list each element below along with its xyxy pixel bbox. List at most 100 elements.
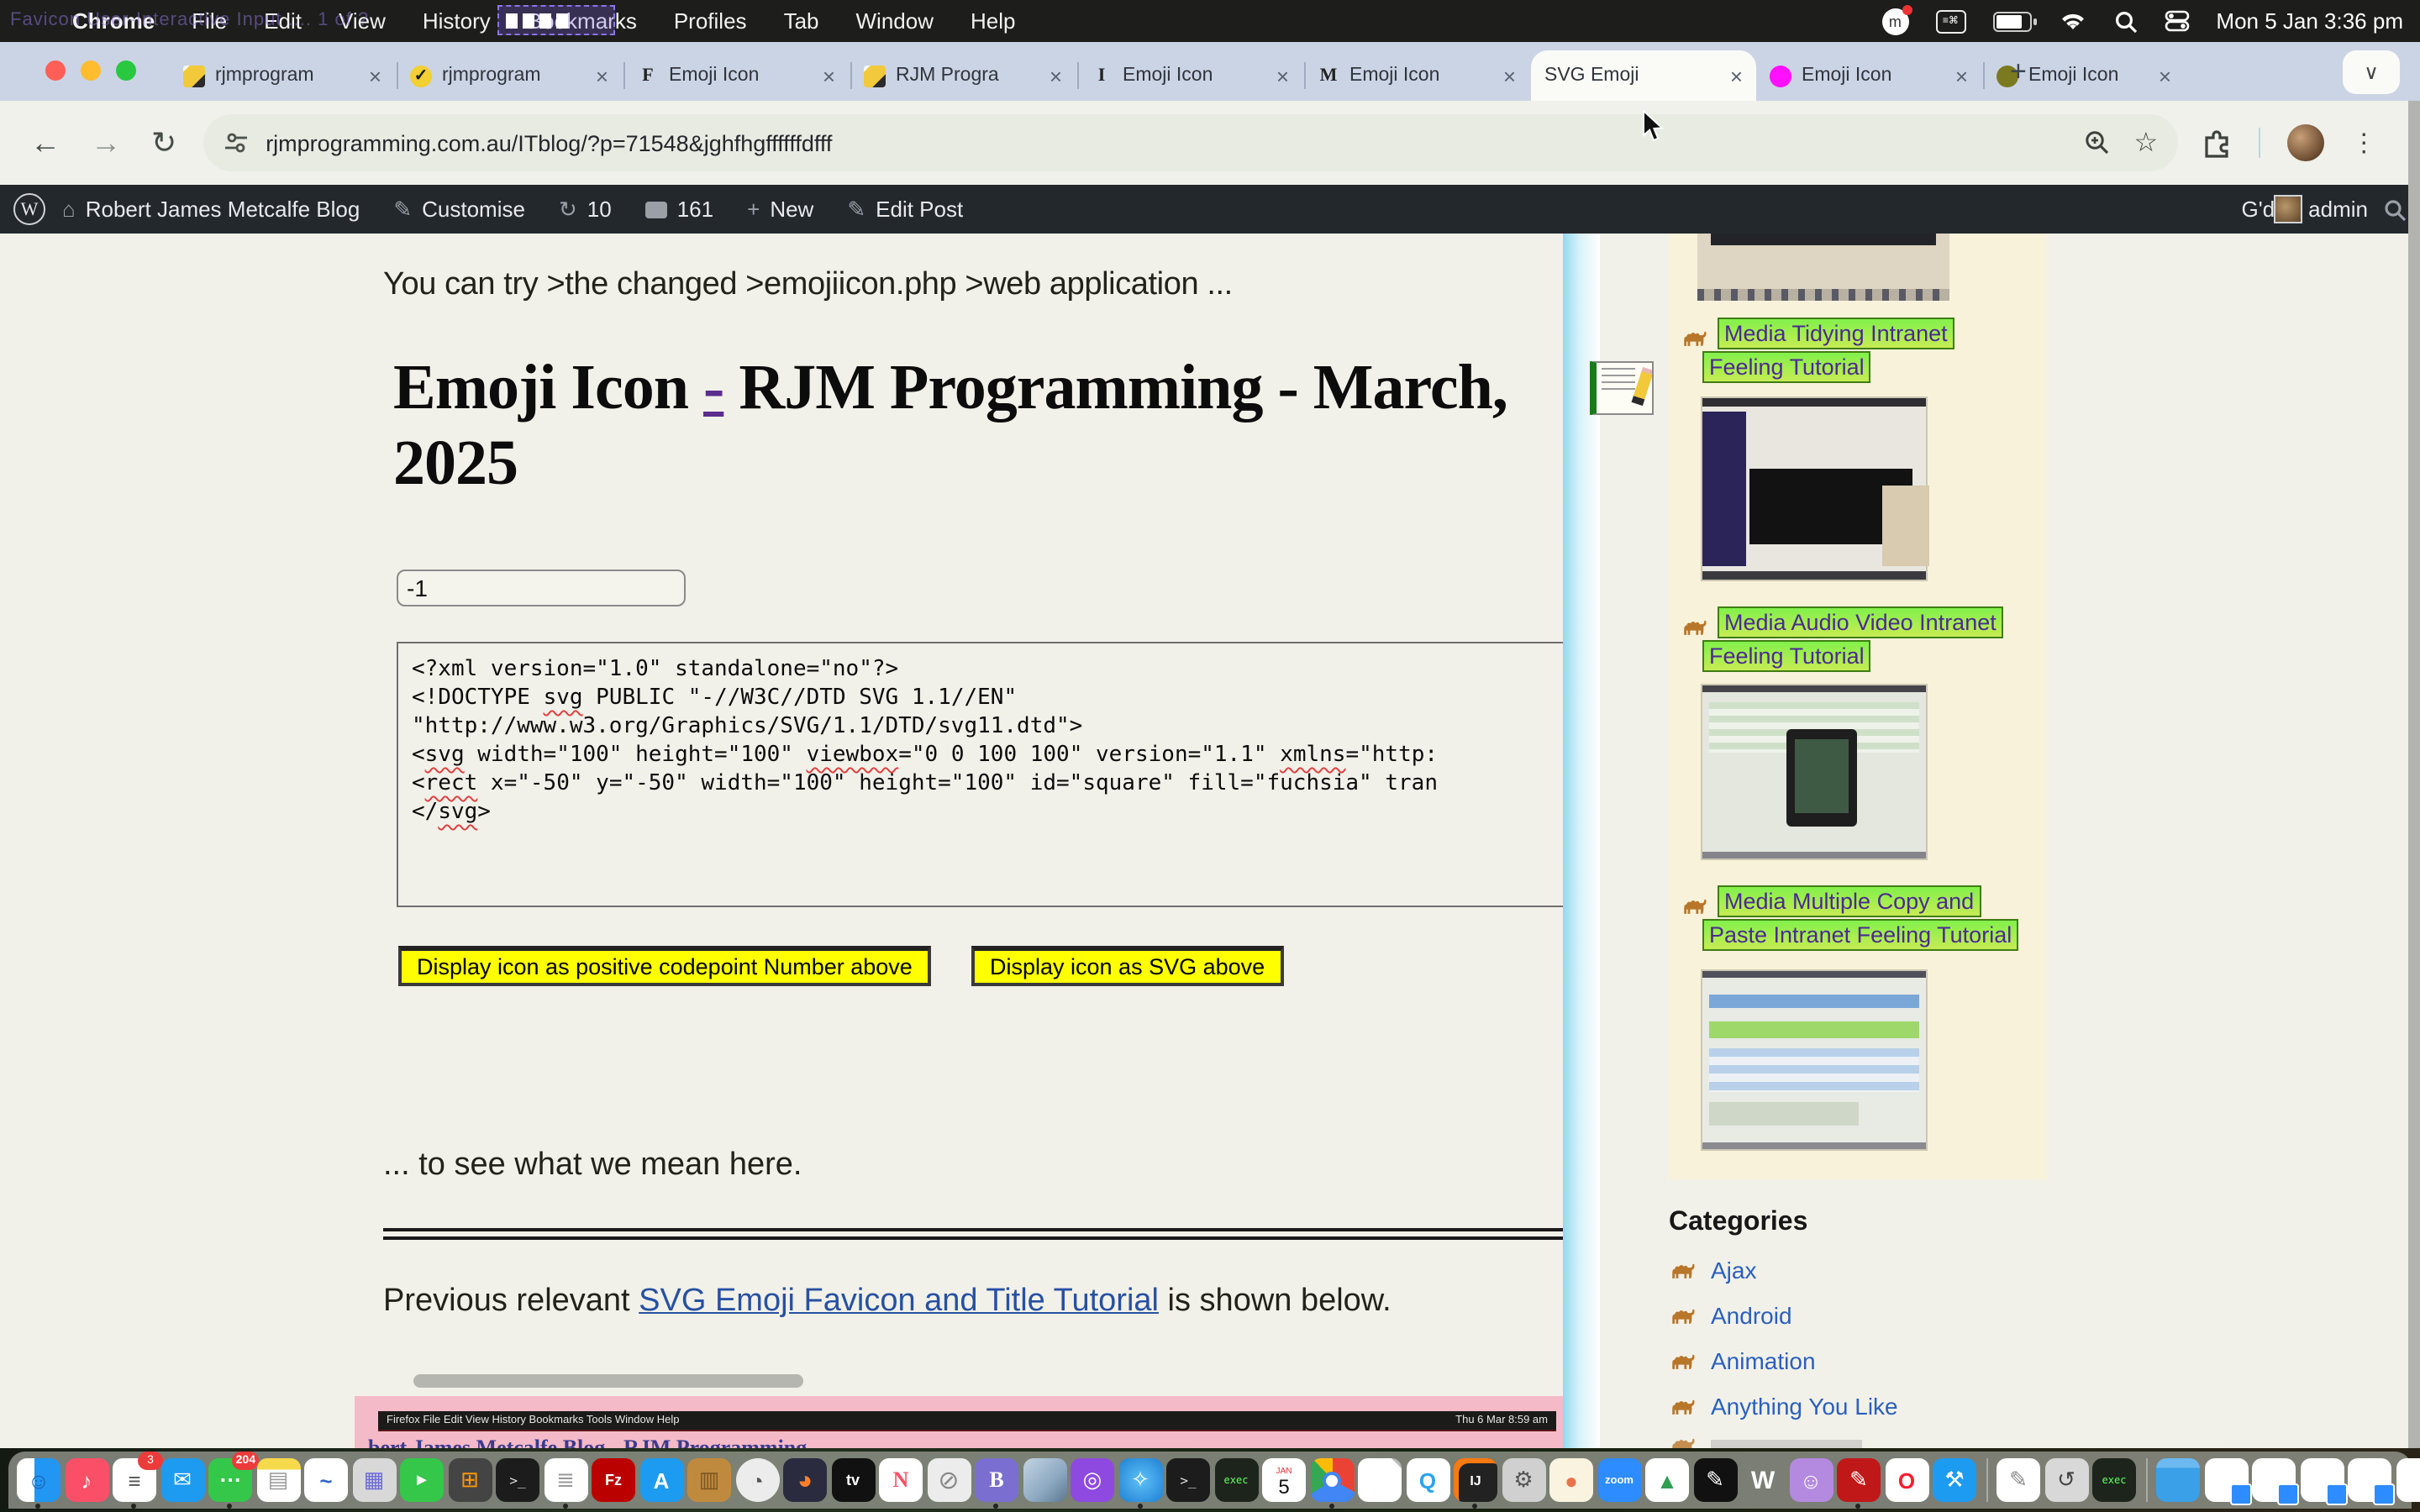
dock-calendar-icon[interactable]: JAN5 (1262, 1458, 1306, 1502)
dock-calculator-icon[interactable]: ⊞ (448, 1458, 492, 1502)
bookmark-star-icon[interactable]: ☆ (2134, 126, 2159, 160)
control-center-icon[interactable] (2164, 10, 2189, 32)
menu-history[interactable]: History (404, 8, 509, 34)
sidebar-item-media-multiple-copy[interactable]: Media Multiple Copy and Paste Intranet F… (1681, 895, 1709, 921)
dock-launchpad-icon[interactable]: ▦ (352, 1458, 396, 1502)
tab-close-icon[interactable]: × (1730, 63, 1743, 88)
admin-comments[interactable]: 161 (629, 197, 730, 222)
forward-button[interactable]: → (91, 125, 121, 160)
dock-document-icon[interactable] (1358, 1458, 1402, 1502)
wordpress-logo-icon[interactable]: W (13, 193, 45, 225)
tab-rjm-programming[interactable]: RJM Progra × (850, 50, 1076, 101)
dock-app-store-icon[interactable]: A (639, 1458, 683, 1502)
admin-search-icon[interactable] (2383, 197, 2407, 221)
dock-cat-icon[interactable]: ☺ (1789, 1458, 1833, 1502)
tab-emoji-icon-4[interactable]: Emoji Icon × (1756, 50, 1981, 101)
dock-notes-icon[interactable]: ▤ (256, 1458, 300, 1502)
admin-avatar[interactable] (2274, 195, 2302, 223)
dock-stickies-icon[interactable]: ✎ (1996, 1458, 2040, 1502)
profile-avatar[interactable] (2287, 124, 2324, 161)
dock-exec-icon[interactable]: exec (1214, 1458, 1258, 1502)
dock-doc-stack-icon[interactable] (2348, 1458, 2391, 1502)
tab-search-chevron-button[interactable]: ∨ (2343, 50, 2400, 94)
category-anything-you-like[interactable]: Anything You Like (1669, 1393, 2047, 1420)
dock-firefox-icon[interactable]: ◕ (783, 1458, 827, 1502)
dock-chrome-icon[interactable] (1310, 1458, 1354, 1502)
spotlight-search-icon[interactable] (2113, 9, 2137, 33)
dock-books-icon[interactable]: ▥ (687, 1458, 731, 1502)
url-text[interactable]: rjmprogramming.com.au/ITblog/?p=71548&jg… (266, 130, 2083, 155)
admin-greeting[interactable]: G'day, admin (2242, 197, 2368, 222)
window-close-button[interactable] (45, 60, 66, 81)
dock-downloads-folder-icon[interactable] (2156, 1458, 2200, 1502)
zoom-level-icon[interactable] (2084, 129, 2111, 156)
dock-doc-stack-icon[interactable] (2252, 1458, 2296, 1502)
dock-facetime-icon[interactable]: ► (400, 1458, 444, 1502)
dock-apple-tv-icon[interactable]: tv (831, 1458, 875, 1502)
tab-close-icon[interactable]: × (369, 63, 381, 88)
site-settings-icon[interactable] (224, 131, 249, 155)
sidebar-item-media-audio-video[interactable]: Media Audio Video Intranet Feeling Tutor… (1681, 617, 1709, 642)
dock-maps-icon[interactable]: ▲ (1645, 1458, 1689, 1502)
dock-quicktime-icon[interactable]: Q (1406, 1458, 1449, 1502)
dock-palette-icon[interactable]: ● (1549, 1458, 1593, 1502)
tab-close-icon[interactable]: × (2159, 63, 2171, 88)
admin-site-name[interactable]: ⌂ Robert James Metcalfe Blog (45, 197, 376, 222)
dock-intellij-icon[interactable]: IJ (1454, 1458, 1497, 1502)
category-partial[interactable] (1669, 1438, 2047, 1448)
menu-profiles[interactable]: Profiles (655, 8, 765, 34)
tab-close-icon[interactable]: × (1276, 63, 1289, 88)
dock-mail-icon[interactable]: ✉ (160, 1458, 204, 1502)
dock-red-editor-icon[interactable]: ✎ (1837, 1458, 1881, 1502)
tutorial-screenshot-image[interactable]: Firefox File Edit View History Bookmarks… (355, 1396, 1580, 1448)
dock-podcasts-icon[interactable]: ◎ (1071, 1458, 1114, 1502)
dock-ink-icon[interactable]: ✎ (1693, 1458, 1737, 1502)
tab-svg-emoji-active[interactable]: SVG Emoji × (1531, 50, 1756, 101)
dock-music-icon[interactable]: ♪ (65, 1458, 108, 1502)
dock-no-sign-icon[interactable]: ⊘ (927, 1458, 971, 1502)
new-tab-button[interactable]: + (2010, 55, 2027, 89)
dock-terminal-icon[interactable]: >_ (496, 1458, 539, 1502)
tutorial-thumbnail-1[interactable] (1701, 396, 1928, 581)
display-codepoint-button[interactable]: Display icon as positive codepoint Numbe… (398, 946, 931, 986)
tab-close-icon[interactable]: × (1050, 63, 1062, 88)
menu-bar-clock[interactable]: Mon 5 Jan 3:36 pm (2216, 8, 2403, 34)
title-dash-link[interactable]: - (703, 353, 723, 423)
extensions-icon[interactable] (2202, 128, 2232, 158)
dock-photos-icon[interactable] (1023, 1458, 1066, 1502)
dock-doc-stack-icon[interactable] (2204, 1458, 2248, 1502)
dock-freeform-icon[interactable]: ~ (304, 1458, 348, 1502)
sidebar-item-media-tidying[interactable]: Media Tidying Intranet Feeling Tutorial (1681, 328, 1709, 353)
dock-opera-icon[interactable]: O (1885, 1458, 1928, 1502)
dock-zoom-icon[interactable]: zoom (1597, 1458, 1641, 1502)
tab-close-icon[interactable]: × (823, 63, 835, 88)
dock-finder-icon[interactable]: ☺ (17, 1458, 60, 1502)
dock-exec-2-icon[interactable]: exec (2092, 1458, 2136, 1502)
tutorial-thumbnail-3[interactable] (1701, 969, 1928, 1151)
dock-filezilla-icon[interactable]: Fz (592, 1458, 635, 1502)
reload-button[interactable]: ↻ (151, 125, 176, 160)
notification-app-icon[interactable]: m (1881, 8, 1908, 34)
tab-close-icon[interactable]: × (1955, 63, 1968, 88)
dock-terminal-2-icon[interactable]: >_ (1166, 1458, 1210, 1502)
dock-recycle-icon[interactable]: ↺ (2044, 1458, 2088, 1502)
dock-golf-icon[interactable]: ◔ (735, 1458, 779, 1502)
tutorial-thumbnail-2[interactable] (1701, 684, 1928, 860)
battery-icon[interactable] (1992, 11, 2031, 31)
admin-updates[interactable]: ↻ 10 (542, 196, 629, 223)
dock-xcode-icon[interactable]: ⚒ (1933, 1458, 1976, 1502)
tab-rjmprogramming-1[interactable]: rjmprogram × (170, 50, 395, 101)
dock-doc-stack-icon[interactable] (2300, 1458, 2344, 1502)
category-ajax[interactable]: Ajax (1669, 1257, 2047, 1284)
embedded-scrollbar-thumb[interactable] (413, 1374, 803, 1388)
display-svg-button[interactable]: Display icon as SVG above (971, 946, 1283, 986)
dock-bbedit-icon[interactable]: B (975, 1458, 1018, 1502)
tab-rjmprogramming-2[interactable]: ✓ rjmprogram × (397, 50, 622, 101)
tab-close-icon[interactable]: × (596, 63, 608, 88)
chrome-menu-kebab-icon[interactable]: ⋮ (2351, 128, 2376, 158)
window-minimize-button[interactable] (81, 60, 101, 81)
menu-tab[interactable]: Tab (765, 8, 838, 34)
tab-emoji-icon-1[interactable]: F Emoji Icon × (623, 50, 849, 101)
dock-system-settings-icon[interactable]: ⚙ (1502, 1458, 1545, 1502)
admin-new[interactable]: + New (730, 197, 830, 222)
